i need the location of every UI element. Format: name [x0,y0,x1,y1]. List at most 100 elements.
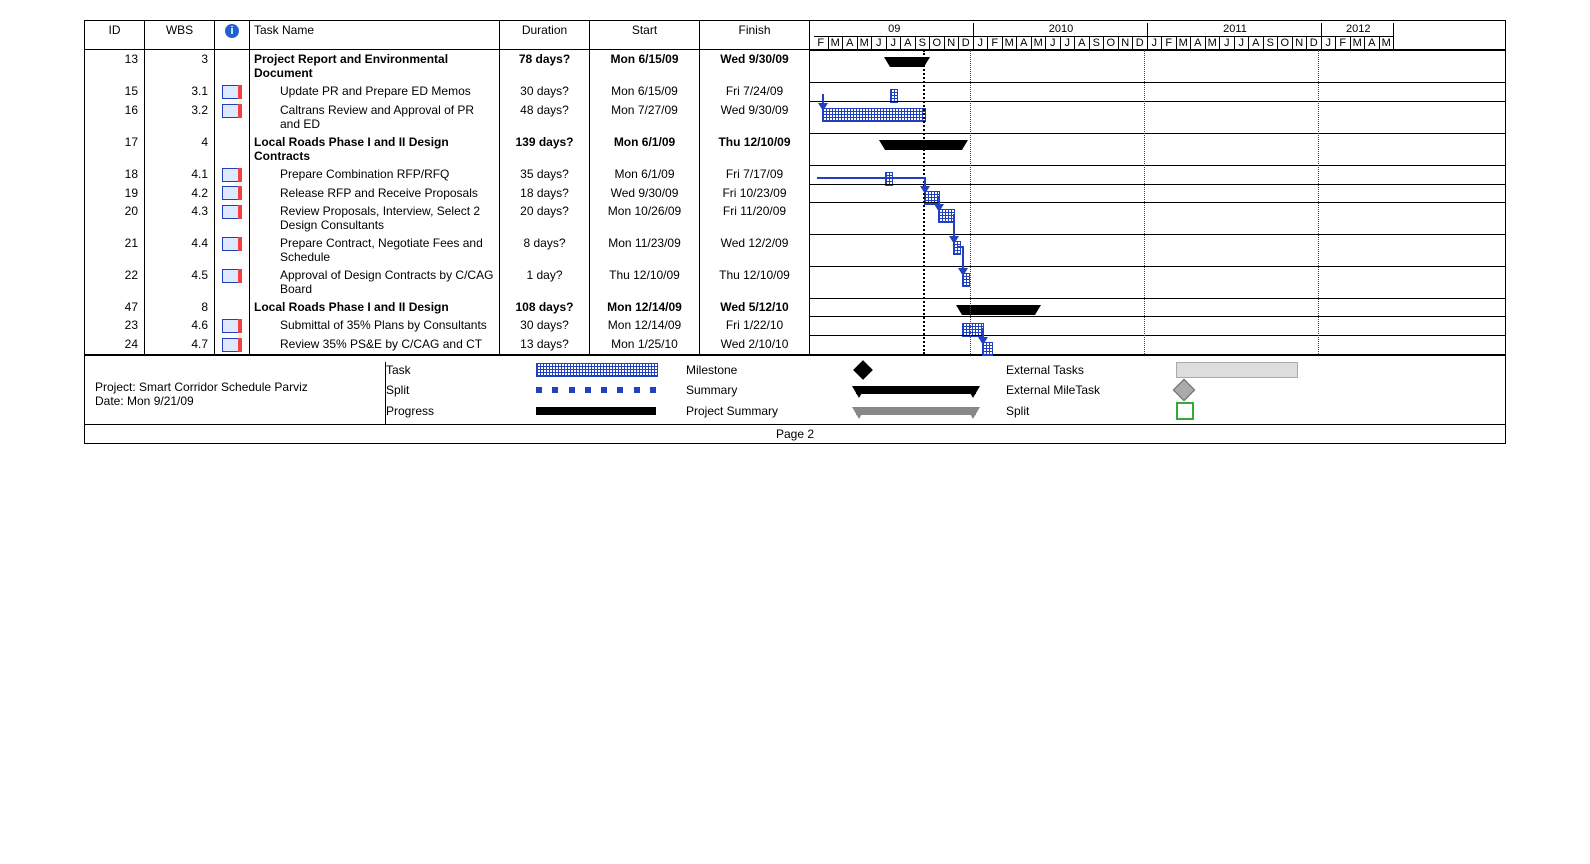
gantt-cell [810,165,1505,184]
cell-task-name: Project Report and Environmental Documen… [250,50,500,82]
gantt-cell [810,335,1505,354]
info-icon: i [225,24,239,38]
gantt-cell [810,101,1505,133]
cell-finish: Fri 1/22/10 [700,316,810,335]
cell-task-name: Review Proposals, Interview, Select 2 De… [250,202,500,234]
cell-indicator [215,184,250,203]
cell-id: 24 [85,335,145,354]
cell-wbs: 4.4 [145,234,215,266]
cell-finish: Wed 12/2/09 [700,234,810,266]
task-indicator-icon [222,269,242,283]
task-indicator-icon [222,319,242,333]
cell-indicator [215,335,250,354]
cell-duration: 30 days? [500,316,590,335]
cell-task-name: Update PR and Prepare ED Memos [250,82,500,101]
cell-finish: Fri 7/17/09 [700,165,810,184]
cell-task-name: Local Roads Phase I and II Design Contra… [250,133,500,165]
cell-start: Wed 9/30/09 [590,184,700,203]
col-indicator: i [215,21,250,49]
cell-task-name: Approval of Design Contracts by C/CAG Bo… [250,266,500,298]
cell-duration: 30 days? [500,82,590,101]
task-indicator-icon [222,205,242,219]
task-bar [982,342,993,356]
cell-duration: 108 days? [500,298,590,316]
page-number: Page 2 [85,424,1505,443]
legend-symbol-progress [536,407,686,415]
cell-duration: 18 days? [500,184,590,203]
table-header: ID WBS i Task Name Duration Start Finish… [85,21,1505,50]
cell-id: 17 [85,133,145,165]
cell-task-name: Prepare Combination RFP/RFQ [250,165,500,184]
cell-start: Mon 12/14/09 [590,316,700,335]
summary-bar [885,140,963,150]
cell-indicator [215,234,250,266]
legend-label: Split [1006,404,1176,418]
task-bar [962,273,970,287]
legend-label: Project Summary [686,404,856,418]
cell-task-name: Prepare Contract, Negotiate Fees and Sch… [250,234,500,266]
cell-id: 15 [85,82,145,101]
cell-start: Mon 7/27/09 [590,101,700,133]
cell-wbs: 3 [145,50,215,82]
cell-id: 23 [85,316,145,335]
cell-wbs: 4 [145,133,215,165]
cell-indicator [215,101,250,133]
cell-indicator [215,202,250,234]
cell-wbs: 8 [145,298,215,316]
task-indicator-icon [222,104,242,118]
cell-wbs: 3.1 [145,82,215,101]
col-finish: Finish [700,21,810,49]
cell-finish: Thu 12/10/09 [700,266,810,298]
cell-task-name: Local Roads Phase I and II Design [250,298,500,316]
col-task-name: Task Name [250,21,500,49]
cell-indicator [215,316,250,335]
cell-duration: 139 days? [500,133,590,165]
task-indicator-icon [222,237,242,251]
col-start: Start [590,21,700,49]
legend-items: TaskMilestoneExternal TasksSplitSummaryE… [386,362,1495,424]
cell-start: Mon 6/1/09 [590,165,700,184]
cell-start: Mon 12/14/09 [590,298,700,316]
col-duration: Duration [500,21,590,49]
legend-label: Progress [386,404,536,418]
gantt-cell [810,298,1505,316]
gantt-cell [810,234,1505,266]
legend-label: External Tasks [1006,363,1176,377]
task-bar [953,241,961,255]
cell-finish: Wed 9/30/09 [700,101,810,133]
col-wbs: WBS [145,21,215,49]
cell-id: 13 [85,50,145,82]
cell-id: 22 [85,266,145,298]
summary-bar [890,57,924,67]
table-body: 133 Project Report and Environmental Docu… [85,50,1505,355]
gantt-cell [810,184,1505,203]
legend-project-info: Project: Smart Corridor Schedule Parviz … [95,362,386,424]
legend-label: Task [386,363,536,377]
legend-symbol-summary [856,386,1006,394]
legend-symbol-ext [1176,362,1326,378]
cell-finish: Thu 12/10/09 [700,133,810,165]
cell-duration: 78 days? [500,50,590,82]
cell-wbs: 3.2 [145,101,215,133]
cell-task-name: Review 35% PS&E by C/CAG and CT [250,335,500,354]
cell-id: 16 [85,101,145,133]
legend-label: Milestone [686,363,856,377]
cell-start: Thu 12/10/09 [590,266,700,298]
gantt-cell [810,50,1505,82]
task-indicator-icon [222,168,242,182]
cell-duration: 35 days? [500,165,590,184]
legend-symbol-task [536,363,686,377]
legend-label: Split [386,383,536,397]
summary-bar [962,305,1035,315]
cell-duration: 20 days? [500,202,590,234]
legend-symbol-psummary [856,407,1006,415]
cell-indicator [215,298,250,316]
gantt-cell [810,202,1505,234]
task-bar [938,209,955,223]
cell-wbs: 4.1 [145,165,215,184]
cell-duration: 8 days? [500,234,590,266]
legend-label: Summary [686,383,856,397]
cell-id: 20 [85,202,145,234]
cell-indicator [215,133,250,165]
legend-symbol-split [536,387,686,393]
